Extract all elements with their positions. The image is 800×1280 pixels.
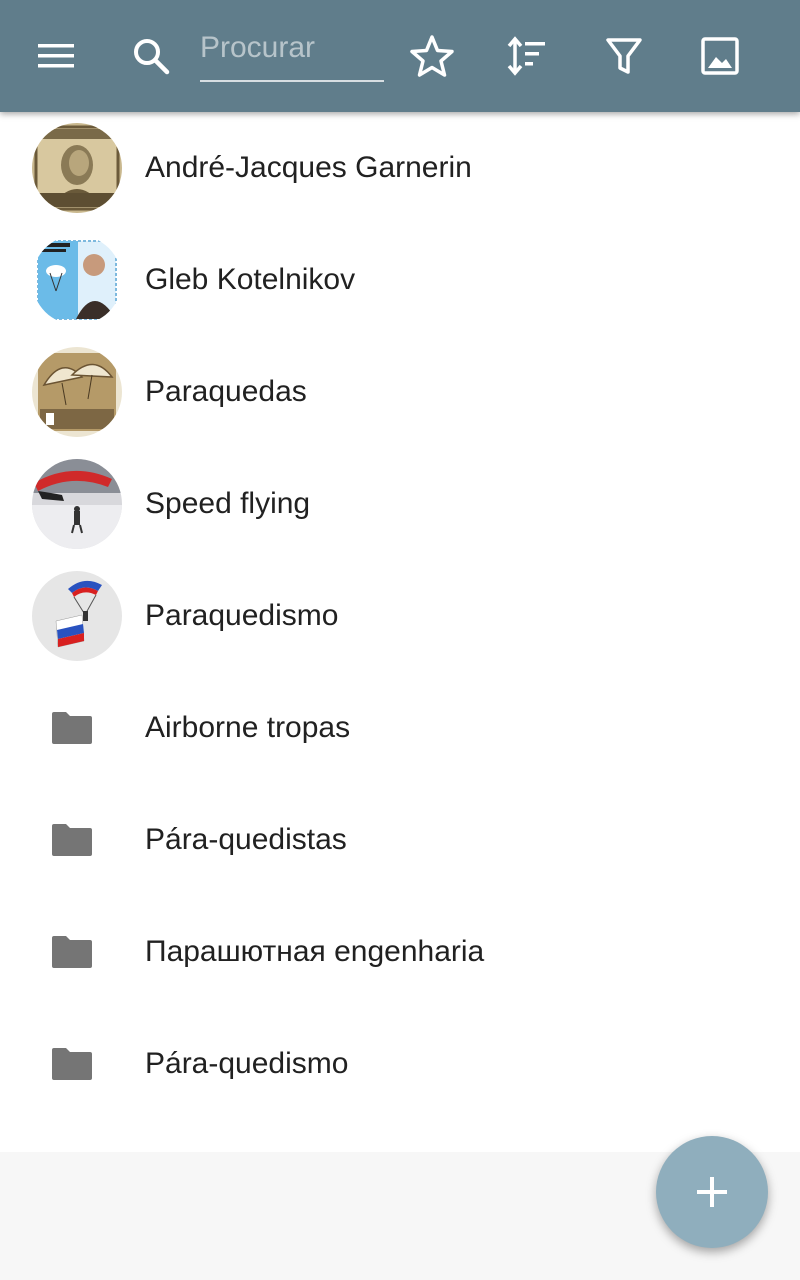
folder-icon [52,1048,92,1080]
parachute-stamp-thumbnail [32,347,122,437]
search-icon[interactable] [127,32,175,80]
menu-icon[interactable] [32,32,80,80]
speed-flying-thumbnail [32,459,122,549]
item-label: Gleb Kotelnikov [145,263,356,296]
list-item[interactable]: André-Jacques Garnerin [0,112,800,224]
list-item[interactable]: Pára-quedistas [0,784,800,896]
star-outline-icon[interactable] [408,32,456,80]
folder-icon [52,824,92,856]
add-button[interactable] [656,1136,768,1248]
list-item[interactable]: Парашютная engenharia [0,896,800,1008]
list-item[interactable]: Speed flying [0,448,800,560]
plus-icon [697,1177,727,1207]
filter-icon[interactable] [600,32,648,80]
sort-icon[interactable] [503,32,551,80]
list-item[interactable]: Pára-quedismo [0,1008,800,1120]
item-label: Paraquedismo [145,599,339,632]
skydiver-thumbnail [32,571,122,661]
list-item[interactable]: Paraquedas [0,336,800,448]
list-item[interactable]: Gleb Kotelnikov [0,224,800,336]
app-toolbar [0,0,800,112]
folder-icon [52,712,92,744]
category-list: André-Jacques Garnerin Gleb Kotelnikov P… [0,112,800,1152]
stamp-thumbnail [32,235,122,325]
list-item[interactable]: Paraquedismo [0,560,800,672]
item-label: Pára-quedismo [145,1047,349,1080]
portrait-thumbnail [32,123,122,213]
image-icon[interactable] [696,32,744,80]
item-label: Speed flying [145,487,311,520]
search-field [200,28,384,82]
item-label: Pára-quedistas [145,823,347,856]
folder-icon [52,936,92,968]
item-label: Парашютная engenharia [145,935,485,968]
item-label: André-Jacques Garnerin [145,151,472,184]
item-label: Airborne tropas [145,711,351,744]
search-input[interactable] [200,28,384,68]
item-label: Paraquedas [145,375,307,408]
list-item[interactable]: Airborne tropas [0,672,800,784]
